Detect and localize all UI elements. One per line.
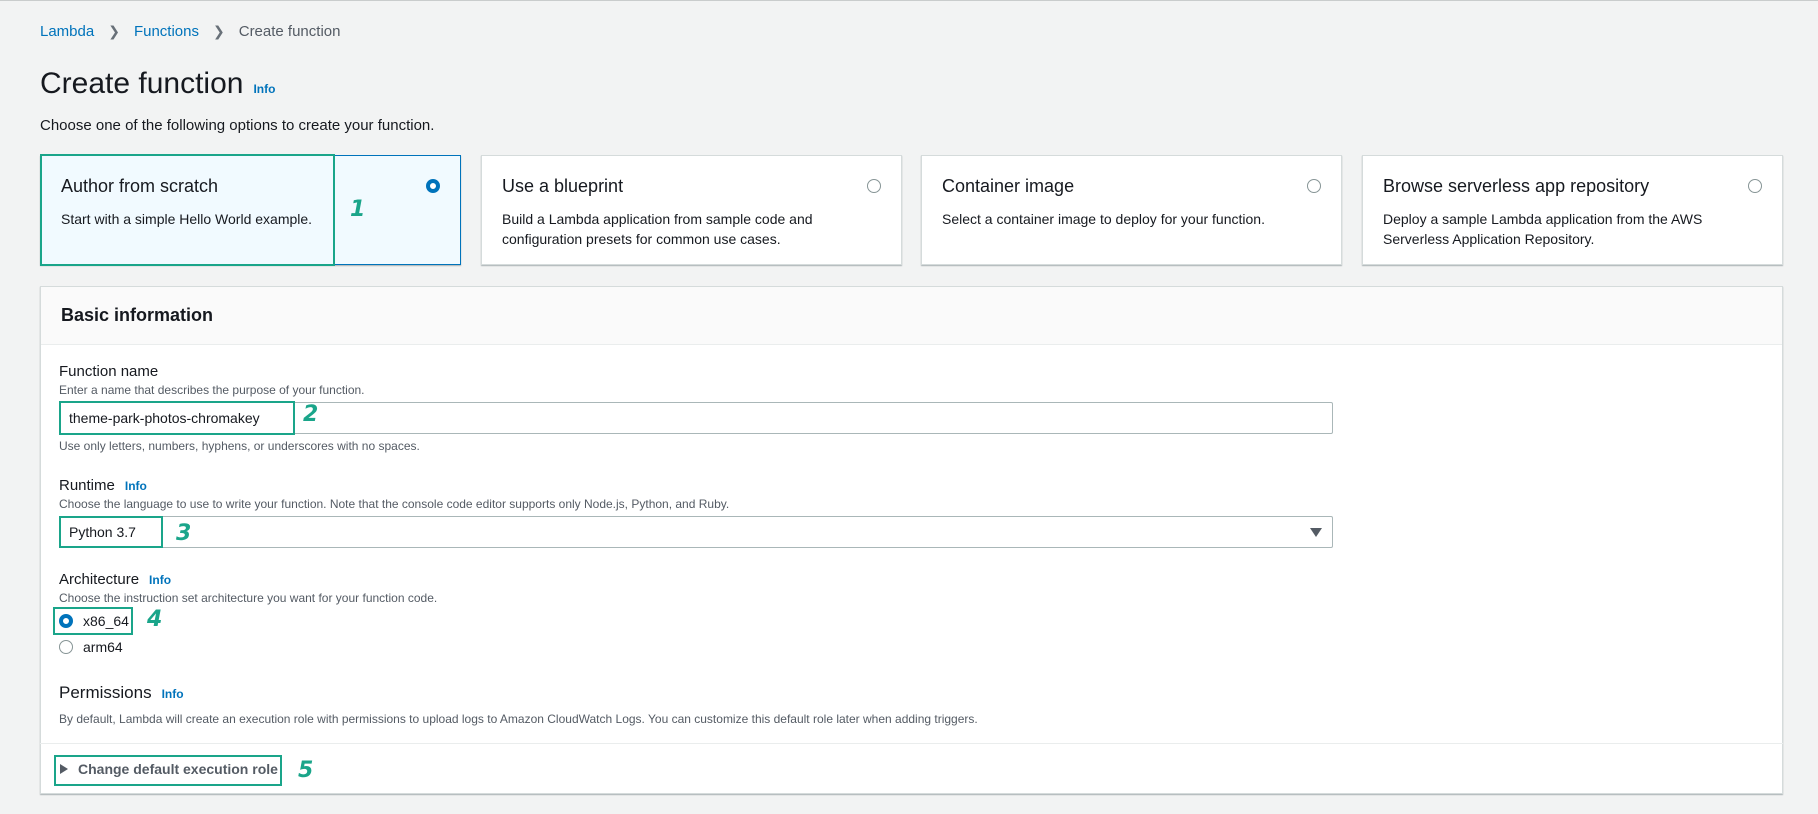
option-author-from-scratch[interactable]: Author from scratch Start with a simple … <box>40 155 461 265</box>
function-name-label-text: Function name <box>59 363 159 380</box>
option-title: Container image <box>942 176 1075 196</box>
radio-label: arm64 <box>83 639 123 655</box>
chevron-right-icon: ❯ <box>213 23 225 39</box>
option-container-image[interactable]: Container image Select a container image… <box>921 155 1342 265</box>
runtime-select-value: Python 3.7 <box>69 524 136 540</box>
expander-label: Change default execution role <box>78 761 278 777</box>
title-info-link[interactable]: Info <box>253 82 275 96</box>
chevron-right-icon: ❯ <box>108 23 120 39</box>
permissions-label-text: Permissions <box>59 683 152 702</box>
breadcrumb-current: Create function <box>238 23 341 40</box>
page-title-row: Create function Info <box>40 67 275 101</box>
runtime-select[interactable]: Python 3.7 <box>59 516 1333 548</box>
breadcrumb: Lambda ❯ Functions ❯ Create function <box>40 23 340 40</box>
annotation-number-2: 2 <box>303 402 319 427</box>
radio-label: x86_64 <box>83 613 129 629</box>
architecture-info-link[interactable]: Info <box>149 573 171 587</box>
annotation-number-1: 1 <box>350 197 366 222</box>
radio-button[interactable] <box>867 179 881 193</box>
radio-button[interactable] <box>1307 179 1321 193</box>
option-title: Browse serverless app repository <box>1383 176 1650 196</box>
option-title: Author from scratch <box>61 176 219 196</box>
architecture-option-arm64[interactable]: arm64 <box>59 639 123 655</box>
breadcrumb-lambda[interactable]: Lambda <box>40 23 94 40</box>
annotation-number-5: 5 <box>298 758 314 783</box>
option-desc: Select a container image to deploy for y… <box>942 211 1265 227</box>
function-name-input[interactable] <box>59 402 1333 434</box>
panel-header: Basic information <box>41 287 1782 345</box>
architecture-label: Architecture Info <box>59 571 171 588</box>
permissions-desc: By default, Lambda will create an execut… <box>59 712 978 726</box>
radio-button[interactable] <box>426 179 440 193</box>
change-execution-role-expander[interactable]: Change default execution role <box>60 761 278 777</box>
option-browse-serverless-repo[interactable]: Browse serverless app repository Deploy … <box>1362 155 1783 265</box>
option-use-blueprint[interactable]: Use a blueprint Build a Lambda applicati… <box>481 155 902 265</box>
annotation-number-4: 4 <box>147 607 163 632</box>
radio-button[interactable] <box>59 614 73 628</box>
radio-button[interactable] <box>1748 179 1762 193</box>
annotation-number-3: 3 <box>176 521 192 546</box>
caret-right-icon <box>60 764 68 774</box>
divider <box>40 743 1783 744</box>
breadcrumb-functions[interactable]: Functions <box>134 23 199 40</box>
architecture-option-x86[interactable]: x86_64 <box>59 613 129 629</box>
option-desc: Deploy a sample Lambda application from … <box>1383 211 1703 247</box>
permissions-label: Permissions Info <box>59 683 184 703</box>
panel-heading: Basic information <box>61 305 214 325</box>
option-desc: Start with a simple Hello World example. <box>61 211 313 227</box>
radio-button[interactable] <box>59 640 73 654</box>
option-title: Use a blueprint <box>502 176 624 196</box>
architecture-label-text: Architecture <box>59 571 140 588</box>
caret-down-icon <box>1310 528 1322 537</box>
permissions-info-link[interactable]: Info <box>162 687 184 701</box>
function-name-constraint: Use only letters, numbers, hyphens, or u… <box>59 439 420 453</box>
function-name-desc: Enter a name that describes the purpose … <box>59 383 365 397</box>
runtime-desc: Choose the language to use to write your… <box>59 497 730 511</box>
option-desc: Build a Lambda application from sample c… <box>502 211 813 247</box>
page-subtitle: Choose one of the following options to c… <box>40 117 435 134</box>
runtime-info-link[interactable]: Info <box>125 479 147 493</box>
architecture-desc: Choose the instruction set architecture … <box>59 591 438 605</box>
runtime-label-text: Runtime <box>59 477 115 494</box>
function-name-label: Function name <box>59 363 158 380</box>
page-title: Create function <box>40 67 244 100</box>
runtime-label: Runtime Info <box>59 477 147 494</box>
